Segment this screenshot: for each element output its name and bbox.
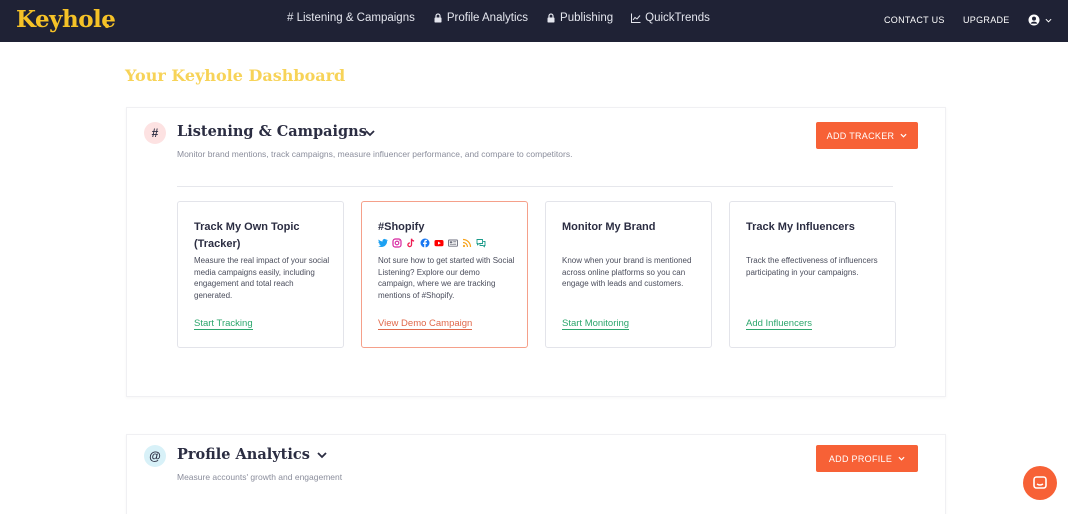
button-label: ADD PROFILE bbox=[828, 453, 893, 464]
monitor-brand-card[interactable]: Monitor My Brand Know when your brand is… bbox=[545, 201, 712, 348]
start-tracking-link[interactable]: Start Tracking bbox=[194, 318, 253, 330]
card-title: #Shopify bbox=[378, 221, 425, 233]
add-tracker-button[interactable]: ADD TRACKER bbox=[816, 122, 918, 149]
forum-chat-icon bbox=[476, 239, 486, 248]
user-menu[interactable] bbox=[1028, 14, 1052, 26]
section-description: Monitor brand mentions, track campaigns,… bbox=[177, 149, 573, 159]
card-title: Track My Own Topic (Tracker) bbox=[194, 221, 300, 250]
chevron-down-icon bbox=[1045, 18, 1052, 23]
tiktok-icon bbox=[407, 238, 415, 248]
at-sign-icon: @ bbox=[144, 445, 166, 467]
logo-dot bbox=[105, 24, 109, 28]
chat-launcher-button[interactable] bbox=[1023, 466, 1057, 500]
track-topic-card[interactable]: Track My Own Topic (Tracker) Measure the… bbox=[177, 201, 344, 348]
hash-icon: # bbox=[144, 122, 166, 144]
keyhole-logo[interactable]: Keyhole bbox=[16, 6, 116, 33]
chevron-down-icon[interactable] bbox=[363, 126, 377, 140]
facebook-icon bbox=[420, 238, 430, 248]
section-description: Measure accounts' growth and engagement bbox=[177, 472, 343, 482]
card-description: Not sure how to get started with Social … bbox=[378, 256, 515, 300]
user-icon bbox=[1028, 14, 1040, 26]
shopify-demo-card[interactable]: #Shopify Not sure how to get started wit… bbox=[361, 201, 528, 348]
social-icons bbox=[378, 238, 486, 248]
top-navbar: Keyhole # Listening & Campaigns Profile … bbox=[0, 0, 1068, 42]
nav-listening-campaigns[interactable]: # Listening & Campaigns bbox=[287, 12, 415, 24]
rss-icon bbox=[462, 238, 472, 248]
card-description: Measure the real impact of your social m… bbox=[194, 256, 330, 300]
page-title: Your Keyhole Dashboard bbox=[125, 66, 346, 85]
youtube-icon bbox=[434, 240, 444, 247]
view-demo-campaign-link[interactable]: View Demo Campaign bbox=[378, 318, 473, 330]
card-description: Know when your brand is mentioned across… bbox=[562, 256, 692, 288]
add-profile-button[interactable]: ADD PROFILE bbox=[816, 445, 918, 472]
trend-chart-icon bbox=[631, 13, 641, 23]
nav-label: QuickTrends bbox=[645, 12, 710, 24]
contact-us-link[interactable]: CONTACT US bbox=[884, 15, 963, 25]
track-influencers-card[interactable]: Track My Influencers Track the effective… bbox=[729, 201, 896, 348]
section-title: Listening & Campaigns bbox=[177, 123, 367, 140]
nav-publishing[interactable]: Publishing bbox=[546, 12, 613, 24]
card-title: Track My Influencers bbox=[746, 221, 855, 233]
nav-profile-analytics[interactable]: Profile Analytics bbox=[433, 12, 528, 24]
twitter-icon bbox=[378, 238, 388, 247]
news-icon bbox=[448, 239, 458, 247]
button-label: ADD TRACKER bbox=[826, 130, 895, 141]
right-nav: CONTACT US UPGRADE bbox=[884, 14, 1052, 26]
main-nav: # Listening & Campaigns Profile Analytic… bbox=[287, 12, 710, 24]
divider bbox=[177, 186, 893, 187]
listening-campaigns-section: # Listening & Campaigns Monitor brand me… bbox=[126, 107, 946, 397]
chevron-down-icon bbox=[898, 456, 905, 461]
upgrade-link[interactable]: UPGRADE bbox=[963, 15, 1028, 25]
start-monitoring-link[interactable]: Start Monitoring bbox=[562, 318, 630, 330]
instagram-icon bbox=[392, 238, 402, 248]
profile-analytics-section: @ Profile Analytics Measure accounts' gr… bbox=[126, 434, 946, 514]
chevron-down-icon bbox=[900, 133, 907, 138]
chat-icon bbox=[1033, 476, 1047, 489]
card-description: Track the effectiveness of influencers p… bbox=[746, 256, 878, 277]
nav-label: Profile Analytics bbox=[446, 12, 529, 24]
lock-icon bbox=[547, 13, 555, 23]
nav-label: # Listening & Campaigns bbox=[287, 12, 415, 24]
lock-icon bbox=[434, 13, 442, 23]
card-title: Monitor My Brand bbox=[562, 221, 656, 233]
section-title: Profile Analytics bbox=[177, 446, 310, 463]
add-influencers-link[interactable]: Add Influencers bbox=[746, 318, 813, 330]
nav-label: Publishing bbox=[560, 12, 614, 24]
nav-quicktrends[interactable]: QuickTrends bbox=[631, 12, 710, 24]
chevron-down-icon[interactable] bbox=[315, 448, 329, 462]
